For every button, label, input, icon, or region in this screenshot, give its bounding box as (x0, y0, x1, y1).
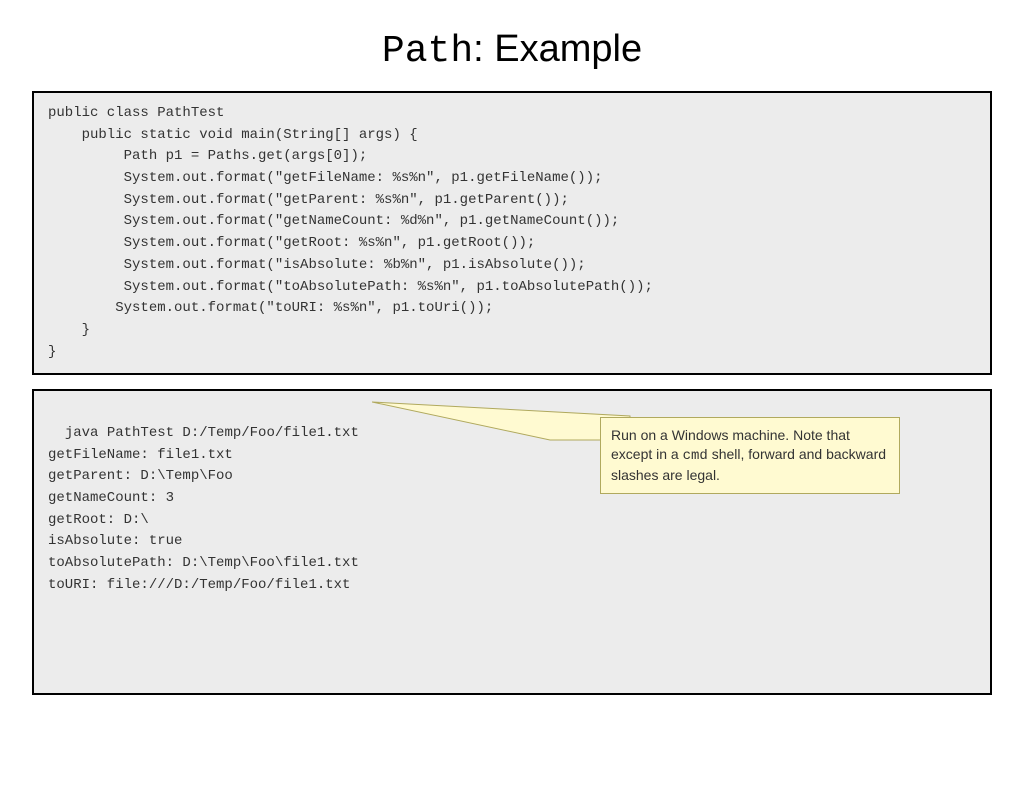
slide-title: Path: Example (0, 28, 1024, 73)
callout-pointer (372, 398, 632, 448)
title-mono: Path (382, 30, 473, 73)
callout-box: Run on a Windows machine. Note that exce… (600, 417, 900, 494)
code-block: public class PathTest public static void… (32, 91, 992, 375)
output-block: java PathTest D:/Temp/Foo/file1.txt getF… (32, 389, 992, 695)
output-text: java PathTest D:/Temp/Foo/file1.txt getF… (48, 425, 359, 593)
callout-cmd: cmd (683, 448, 708, 464)
title-rest: : Example (473, 28, 642, 70)
